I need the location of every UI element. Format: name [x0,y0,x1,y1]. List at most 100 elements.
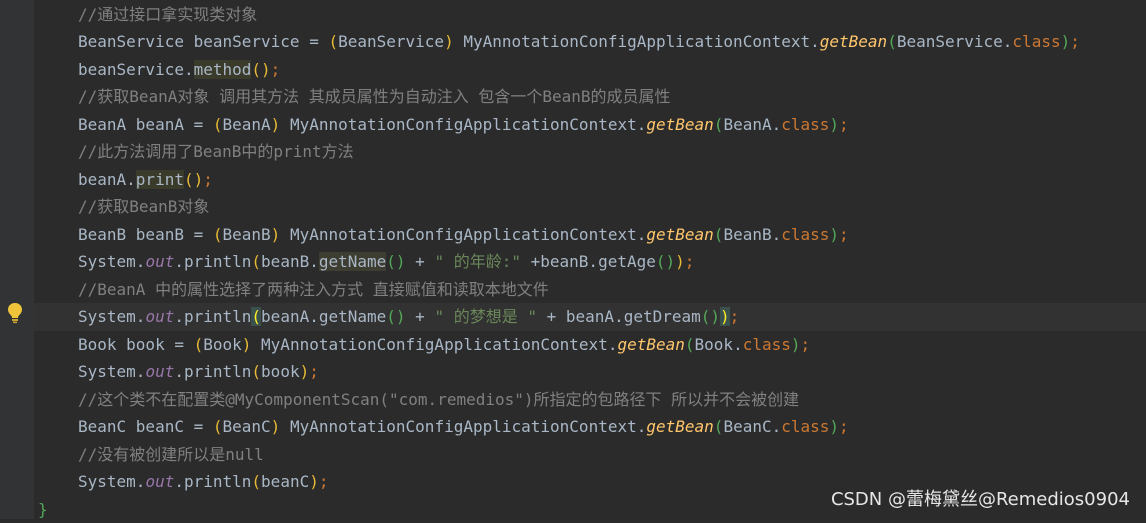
code-token: ) [271,417,281,436]
code-token: ) [271,115,281,134]
code-token: getBean [617,335,684,354]
code-token: () [386,307,405,326]
code-token: beanService. [78,60,194,79]
code-token: ( [251,252,261,271]
code-comment-line[interactable]: //此方法调用了BeanB中的print方法 [34,138,1146,166]
code-token: beanA. [78,170,136,189]
code-token: ; [839,225,849,244]
code-token: ; [839,115,849,134]
code-token: out [145,472,174,491]
code-text: //通过接口拿实现类对象 [78,1,257,29]
code-comment-line[interactable]: //没有被创建所以是null [34,441,1146,469]
code-token: print [136,170,184,189]
code-token: ) [309,472,319,491]
code-token: BeanC beanC = [78,417,213,436]
code-comment-line[interactable]: //这个类不在配置类@MyComponentScan("com.remedios… [34,386,1146,414]
code-line[interactable]: BeanService beanService = (BeanService) … [34,28,1146,56]
code-token: BeanB [223,225,271,244]
code-editor[interactable]: //通过接口拿实现类对象BeanService beanService = (B… [34,0,1146,519]
code-token: Book book = [78,335,194,354]
code-token: class [781,225,829,244]
code-text: BeanB beanB = (BeanB) MyAnnotationConfig… [78,221,849,249]
code-token: getBean [646,417,713,436]
code-line[interactable]: System.out.println(beanA.getName() + " 的… [34,303,1146,331]
code-line[interactable]: Book book = (Book) MyAnnotationConfigApp… [34,331,1146,359]
code-token: ( [328,32,338,51]
code-comment-line[interactable]: //获取BeanA对象 调用其方法 其成员属性为自动注入 包含一个BeanB的成… [34,83,1146,111]
code-token: BeanC [223,417,271,436]
code-token: ) [720,307,730,326]
code-line[interactable]: System.out.println(book); [34,358,1146,386]
code-comment-line[interactable]: //通过接口拿实现类对象 [34,1,1146,29]
code-line[interactable]: beanA.print(); [34,166,1146,194]
code-token: +beanB.getAge [521,252,656,271]
code-token: + [406,252,435,271]
code-token: //此方法调用了BeanB中的print方法 [78,142,354,161]
code-token: ( [213,225,223,244]
code-token: ; [271,60,281,79]
code-line[interactable]: beanService.method(); [34,56,1146,84]
code-token: MyAnnotationConfigApplicationContext. [280,115,646,134]
code-token: ) [829,225,839,244]
code-line[interactable]: BeanB beanB = (BeanB) MyAnnotationConfig… [34,221,1146,249]
code-token: ( [251,362,261,381]
lightbulb-icon[interactable] [7,302,23,324]
code-token: method [194,60,252,79]
code-text: beanA.print(); [78,166,213,194]
code-token: book [261,362,300,381]
code-token: ; [730,307,740,326]
code-token: ; [203,170,213,189]
code-token: getBean [646,115,713,134]
code-token: class [743,335,791,354]
code-text: BeanA beanA = (BeanA) MyAnnotationConfig… [78,111,849,139]
code-token: ; [801,335,811,354]
code-token: getBean [646,225,713,244]
editor-gutter [0,0,34,519]
code-token: getBean [820,32,887,51]
code-text: //获取BeanA对象 调用其方法 其成员属性为自动注入 包含一个BeanB的成… [78,83,671,111]
code-token: BeanService [338,32,444,51]
code-token: ) [829,115,839,134]
code-token: MyAnnotationConfigApplicationContext. [251,335,617,354]
code-line[interactable]: BeanA beanA = (BeanA) MyAnnotationConfig… [34,111,1146,139]
code-token: .println [174,472,251,491]
code-text: System.out.println(beanB.getName() + " 的… [78,248,694,276]
code-token: ; [839,417,849,436]
code-token: getName [319,252,386,271]
code-token: MyAnnotationConfigApplicationContext. [454,32,820,51]
code-token: BeanA. [723,115,781,134]
code-token: BeanService. [897,32,1013,51]
code-token: BeanService beanService = [78,32,328,51]
code-token: ( [714,115,724,134]
code-line[interactable]: System.out.println(beanB.getName() + " 的… [34,248,1146,276]
code-token: () [701,307,720,326]
code-token: //获取BeanB对象 [78,197,209,216]
code-token: System. [78,307,145,326]
code-text: //此方法调用了BeanB中的print方法 [78,138,354,166]
code-token: Book. [695,335,743,354]
code-token: ; [1070,32,1080,51]
code-token: .println [174,307,251,326]
code-token: BeanC. [723,417,781,436]
code-token: System. [78,252,145,271]
code-token: ) [675,252,685,271]
code-token: ( [685,335,695,354]
code-token: //没有被创建所以是null [78,445,264,464]
code-token: } [38,500,48,519]
code-comment-line[interactable]: //获取BeanB对象 [34,193,1146,221]
code-token: ( [887,32,897,51]
code-text: System.out.println(beanC); [78,468,329,496]
code-token: ) [444,32,454,51]
code-comment-line[interactable]: //BeanA 中的属性选择了两种注入方式 直接赋值和读取本地文件 [34,276,1146,304]
code-token: ( [714,417,724,436]
code-token: System. [78,362,145,381]
code-token: + [406,307,435,326]
code-token: ; [685,252,695,271]
code-token: BeanB beanB = [78,225,213,244]
code-line[interactable]: BeanC beanC = (BeanC) MyAnnotationConfig… [34,413,1146,441]
code-token: BeanA [223,115,271,134]
code-token: ( [714,225,724,244]
code-token: ( [194,335,204,354]
code-token: ) [300,362,310,381]
code-token: Book [203,335,242,354]
